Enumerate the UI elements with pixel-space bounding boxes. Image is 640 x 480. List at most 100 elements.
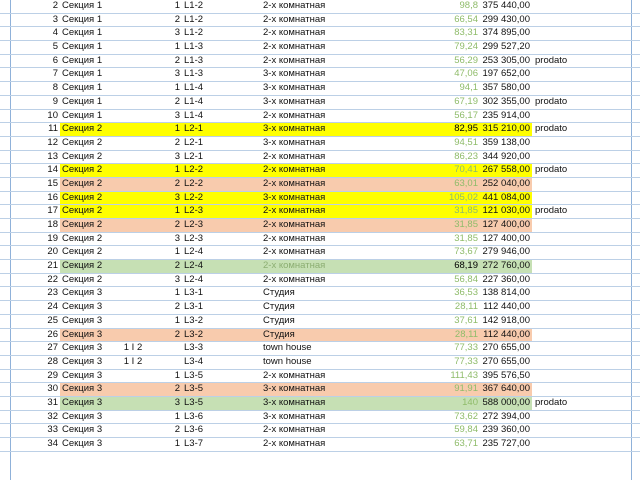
apartment-type-cell[interactable]: 3-х комнатная xyxy=(263,383,325,396)
price-cell[interactable]: 588 000,00 xyxy=(480,397,530,410)
apartment-type-cell[interactable]: 3-х комнатная xyxy=(263,82,325,95)
unit-code-cell[interactable]: L3-2 xyxy=(184,329,203,342)
apartment-type-cell[interactable]: Студия xyxy=(263,301,295,314)
apartment-type-cell[interactable]: 2-х комнатная xyxy=(263,438,325,451)
row-number-cell[interactable]: 8 xyxy=(22,82,58,95)
price-cell[interactable]: 359 138,00 xyxy=(480,137,530,150)
price-cell[interactable]: 138 814,00 xyxy=(480,287,530,300)
apartment-type-cell[interactable]: 2-х комнатная xyxy=(263,274,325,287)
area-cell[interactable]: 94,1 xyxy=(410,82,479,95)
index-cell[interactable]: 2 xyxy=(150,424,180,437)
price-cell[interactable]: 197 652,00 xyxy=(480,68,530,81)
status-note-cell[interactable]: prodato xyxy=(535,123,567,136)
index-cell[interactable]: 1 xyxy=(150,287,180,300)
row-number-cell[interactable]: 10 xyxy=(22,110,58,123)
row-number-cell[interactable]: 16 xyxy=(22,192,58,205)
area-cell[interactable]: 68,19 xyxy=(410,260,478,273)
unit-code-cell[interactable]: L3-6 xyxy=(184,424,203,437)
unit-code-cell[interactable]: L3-6 xyxy=(184,411,203,424)
price-cell[interactable]: 253 305,00 xyxy=(480,55,530,68)
row-number-cell[interactable]: 18 xyxy=(22,219,58,232)
apartment-type-cell[interactable]: 2-х комнатная xyxy=(263,424,325,437)
table-row[interactable]: 2 Секция 1 1 L1-2 2-х комнатная 98,8 375 440,0… xyxy=(0,0,640,14)
status-note-cell[interactable]: prodato xyxy=(535,205,567,218)
area-cell[interactable]: 63,01 xyxy=(410,178,478,191)
index-cell[interactable]: 2 xyxy=(150,55,180,68)
price-cell[interactable]: 272 760,00 xyxy=(480,260,530,273)
section-cell[interactable]: Секция 3 xyxy=(62,397,102,410)
table-row[interactable]: 26 Секция 3 2 L3-2 Студия 28,11 112 440,00 xyxy=(0,328,640,343)
apartment-type-cell[interactable]: town house xyxy=(263,356,312,369)
area-cell[interactable]: 82,95 xyxy=(410,123,478,136)
table-row[interactable]: 34 Секция 3 1 L3-7 2-х комнатная 63,71 235 727… xyxy=(0,438,640,452)
section-cell[interactable]: Секция 3 xyxy=(62,329,102,342)
area-cell[interactable]: 56,84 xyxy=(410,274,478,287)
section-cell[interactable]: Секция 3 xyxy=(62,370,102,383)
unit-code-cell[interactable]: L3-1 xyxy=(184,287,203,300)
index-cell[interactable]: 3 xyxy=(150,110,180,123)
table-row[interactable]: 17 Секция 2 1 L2-3 2-х комнатная 31,85 121 030… xyxy=(0,205,640,219)
area-cell[interactable]: 111,43 xyxy=(410,370,478,383)
price-cell[interactable]: 302 355,00 xyxy=(480,96,530,109)
apartment-type-cell[interactable]: 2-х комнатная xyxy=(263,41,325,54)
section-cell[interactable]: Секция 3 xyxy=(62,356,102,369)
price-cell[interactable]: 299 430,00 xyxy=(480,14,530,27)
unit-code-cell[interactable]: L1-4 xyxy=(184,96,203,109)
row-number-cell[interactable]: 6 xyxy=(22,55,58,68)
section-cell[interactable]: Секция 2 xyxy=(62,260,102,273)
table-row[interactable]: 25 Секция 3 1 L3-2 Студия 37,61 142 918,00 xyxy=(0,315,640,329)
price-cell[interactable]: 112 440,00 xyxy=(480,301,530,314)
apartment-type-cell[interactable]: Студия xyxy=(263,315,295,328)
area-cell[interactable]: 79,24 xyxy=(410,41,478,54)
table-row[interactable]: 33 Секция 3 2 L3-6 2-х комнатная 59,84 239 360… xyxy=(0,424,640,438)
unit-code-cell[interactable]: L1-3 xyxy=(184,68,203,81)
index-cell[interactable]: 3 xyxy=(150,68,180,81)
area-cell[interactable]: 36,53 xyxy=(410,287,478,300)
row-number-cell[interactable]: 11 xyxy=(22,123,58,136)
apartment-type-cell[interactable]: 2-х комнатная xyxy=(263,151,325,164)
table-row[interactable]: 10 Секция 1 3 L1-4 2-х комнатная 56,17 235 914… xyxy=(0,110,640,124)
section-cell[interactable]: Секция 1 xyxy=(62,82,102,95)
index-cell[interactable]: 1 xyxy=(150,0,180,13)
apartment-type-cell[interactable]: 3-х комнатная xyxy=(263,96,325,109)
area-cell[interactable]: 98,8 xyxy=(410,0,479,13)
unit-code-cell[interactable]: L2-1 xyxy=(184,151,203,164)
table-row[interactable]: 30 Секция 3 2 L3-5 3-х комнатная 91,91 367 640… xyxy=(0,383,640,397)
unit-code-cell[interactable]: L2-3 xyxy=(184,219,203,232)
status-note-cell[interactable]: prodato xyxy=(535,164,567,177)
table-row[interactable]: 29 Секция 3 1 L3-5 2-х комнатная 111,43 395 57… xyxy=(0,370,640,384)
apartment-type-cell[interactable]: 2-х комнатная xyxy=(263,110,325,123)
area-cell[interactable]: 91,91 xyxy=(410,383,478,396)
area-cell[interactable]: 77,33 xyxy=(410,356,478,369)
row-number-cell[interactable]: 31 xyxy=(22,397,58,410)
table-row[interactable]: 11 Секция 2 1 L2-1 3-х комнатная 82,95 315 210… xyxy=(0,123,640,137)
table-row[interactable]: 9 Секция 1 2 L1-4 3-х комнатная 67,19 302 355,… xyxy=(0,96,640,110)
unit-code-cell[interactable]: L3-4 xyxy=(184,356,203,369)
price-cell[interactable]: 235 727,00 xyxy=(480,438,530,451)
area-cell[interactable]: 73,62 xyxy=(410,411,478,424)
row-number-cell[interactable]: 20 xyxy=(22,246,58,259)
area-cell[interactable]: 63,71 xyxy=(410,438,478,451)
apartment-type-cell[interactable]: 3-х комнатная xyxy=(263,123,325,136)
row-number-cell[interactable]: 9 xyxy=(22,96,58,109)
section-cell[interactable]: Секция 3 xyxy=(62,301,102,314)
unit-code-cell[interactable]: L3-5 xyxy=(184,370,203,383)
price-cell[interactable]: 374 895,00 xyxy=(480,27,530,40)
row-number-cell[interactable]: 33 xyxy=(22,424,58,437)
section-cell[interactable]: Секция 1 xyxy=(62,110,102,123)
area-cell[interactable]: 77,33 xyxy=(410,342,478,355)
index-cell[interactable]: 2 xyxy=(150,96,180,109)
index-cell[interactable]: 2 xyxy=(150,137,180,150)
index-cell[interactable]: 2 xyxy=(150,383,180,396)
index-cell[interactable]: 3 xyxy=(150,397,180,410)
area-cell[interactable]: 56,17 xyxy=(410,110,478,123)
row-number-cell[interactable]: 4 xyxy=(22,27,58,40)
price-cell[interactable]: 227 360,00 xyxy=(480,274,530,287)
unit-code-cell[interactable]: L2-3 xyxy=(184,233,203,246)
row-number-cell[interactable]: 19 xyxy=(22,233,58,246)
apartment-type-cell[interactable]: 2-х комнатная xyxy=(263,178,325,191)
apartment-type-cell[interactable]: town house xyxy=(263,342,312,355)
area-cell[interactable]: 105,02 xyxy=(410,192,478,205)
apartment-type-cell[interactable]: 2-х комнатная xyxy=(263,164,325,177)
unit-code-cell[interactable]: L1-2 xyxy=(184,27,203,40)
